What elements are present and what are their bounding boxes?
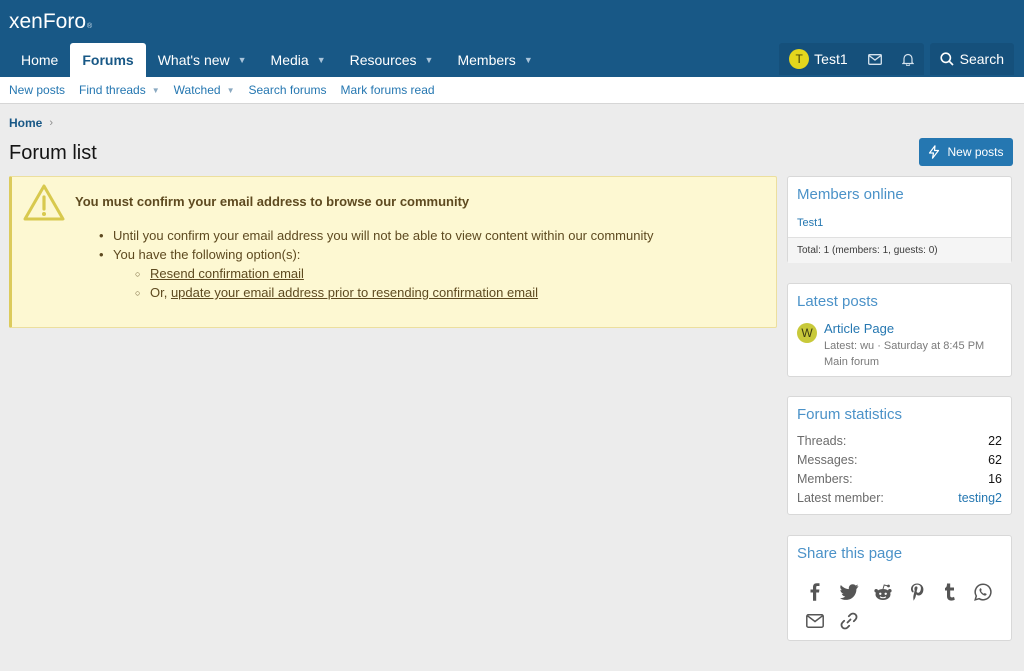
logo-text-2: Foro xyxy=(42,10,87,33)
account-name: Test1 xyxy=(814,51,848,67)
email-confirm-notice: You must confirm your email address to b… xyxy=(9,176,777,328)
share-page-title: Share this page xyxy=(797,545,903,562)
latest-post-link[interactable]: Article Page xyxy=(824,321,894,336)
twitter-icon[interactable] xyxy=(838,581,860,603)
main-nav: Home Forums What's new ▼ Media ▼ Resources… xyxy=(9,43,545,77)
account-menu[interactable]: T Test1 xyxy=(779,43,857,75)
latest-post-forum[interactable]: Main forum xyxy=(824,356,879,368)
search-button[interactable]: Search xyxy=(930,43,1014,75)
tumblr-icon[interactable] xyxy=(939,581,961,603)
members-online-block: Members online Test1 Total: 1 (members: … xyxy=(787,176,1012,263)
email-icon[interactable] xyxy=(804,610,826,632)
avatar: T xyxy=(789,49,810,69)
chevron-down-icon[interactable]: ▼ xyxy=(227,86,235,95)
chevron-down-icon[interactable]: ▼ xyxy=(152,86,160,95)
chevron-down-icon[interactable]: ▼ xyxy=(317,55,326,65)
breadcrumb-home[interactable]: Home xyxy=(9,116,42,130)
forum-statistics-block: Forum statistics Threads: 22 Messages: 6… xyxy=(787,396,1012,515)
warning-icon xyxy=(23,184,65,221)
new-posts-button[interactable]: New posts xyxy=(919,138,1013,166)
latest-member-link[interactable]: testing2 xyxy=(958,491,1002,510)
page-title: Forum list xyxy=(9,142,97,164)
stat-row-messages: Messages: 62 xyxy=(797,453,1002,467)
reddit-icon[interactable] xyxy=(872,581,894,603)
avatar[interactable]: W xyxy=(797,323,817,343)
notice-option: Or, update your email address prior to r… xyxy=(135,283,653,303)
nav-tab-home[interactable]: Home xyxy=(9,43,70,77)
share-page-block: Share this page xyxy=(787,535,1012,641)
chevron-down-icon[interactable]: ▼ xyxy=(425,55,434,65)
notice-list: Until you confirm your email address you… xyxy=(99,226,653,303)
notice-item: You have the following option(s): xyxy=(99,245,653,264)
subnav-new-posts[interactable]: New posts xyxy=(9,83,65,97)
xenforo-logo[interactable]: xen Foro ® xyxy=(9,10,92,36)
notice-option: Resend confirmation email xyxy=(135,264,653,284)
latest-posts-title[interactable]: Latest posts xyxy=(788,284,1011,310)
search-icon xyxy=(940,52,954,66)
logo-registered-mark: ® xyxy=(87,23,93,30)
nav-tab-whats-new[interactable]: What's new ▼ xyxy=(146,43,259,77)
chevron-right-icon: › xyxy=(49,117,54,129)
latest-post-meta: Latest: wu · Saturday at 8:45 PM xyxy=(824,340,985,352)
sub-nav: New posts Find threads ▼ Watched ▼ Search … xyxy=(0,77,1024,104)
site-header: xen Foro ® Home Forums What's new ▼ Media ▼ … xyxy=(0,0,1024,77)
notice-item: Until you confirm your email address you… xyxy=(99,226,653,245)
facebook-icon[interactable] xyxy=(804,581,826,603)
online-user-link[interactable]: Test1 xyxy=(797,217,823,229)
envelope-icon xyxy=(867,53,882,65)
subnav-find-threads[interactable]: Find threads ▼ xyxy=(79,83,160,97)
nav-tab-resources[interactable]: Resources ▼ xyxy=(338,43,446,77)
account-group: T Test1 xyxy=(779,43,924,75)
whatsapp-icon[interactable] xyxy=(972,581,994,603)
bolt-icon xyxy=(929,145,940,159)
latest-posts-block: Latest posts W Article Page Latest: wu ·… xyxy=(787,283,1012,377)
search-group: Search xyxy=(929,43,1014,75)
resend-confirmation-link[interactable]: Resend confirmation email xyxy=(150,266,304,281)
nav-tab-forums[interactable]: Forums xyxy=(70,43,146,77)
bell-icon xyxy=(901,53,914,66)
inbox-button[interactable] xyxy=(858,43,892,75)
link-icon[interactable] xyxy=(838,610,860,632)
user-area: T Test1 Search xyxy=(773,43,1014,77)
members-online-total: Total: 1 (members: 1, guests: 0) xyxy=(788,237,1011,263)
pinterest-icon[interactable] xyxy=(906,581,928,603)
notice-options: Resend confirmation email Or, update you… xyxy=(135,264,653,303)
breadcrumb: Home › xyxy=(9,116,53,130)
alerts-button[interactable] xyxy=(892,43,924,75)
members-online-title[interactable]: Members online xyxy=(788,177,1011,203)
stat-row-members: Members: 16 xyxy=(797,472,1002,486)
forum-statistics-title: Forum statistics xyxy=(797,406,903,423)
logo-text-1: xen xyxy=(9,10,43,33)
chevron-down-icon[interactable]: ▼ xyxy=(238,55,247,65)
nav-tab-media[interactable]: Media ▼ xyxy=(259,43,338,77)
subnav-mark-read[interactable]: Mark forums read xyxy=(341,83,435,97)
subnav-search-forums[interactable]: Search forums xyxy=(249,83,327,97)
subnav-watched[interactable]: Watched ▼ xyxy=(174,83,235,97)
stat-row-latest-member: Latest member: testing2 xyxy=(797,491,1002,510)
notice-title: You must confirm your email address to b… xyxy=(75,194,470,209)
update-email-link[interactable]: update your email address prior to resen… xyxy=(171,285,538,300)
nav-tab-members[interactable]: Members ▼ xyxy=(445,43,544,77)
chevron-down-icon[interactable]: ▼ xyxy=(524,55,533,65)
stat-row-threads: Threads: 22 xyxy=(797,434,1002,448)
